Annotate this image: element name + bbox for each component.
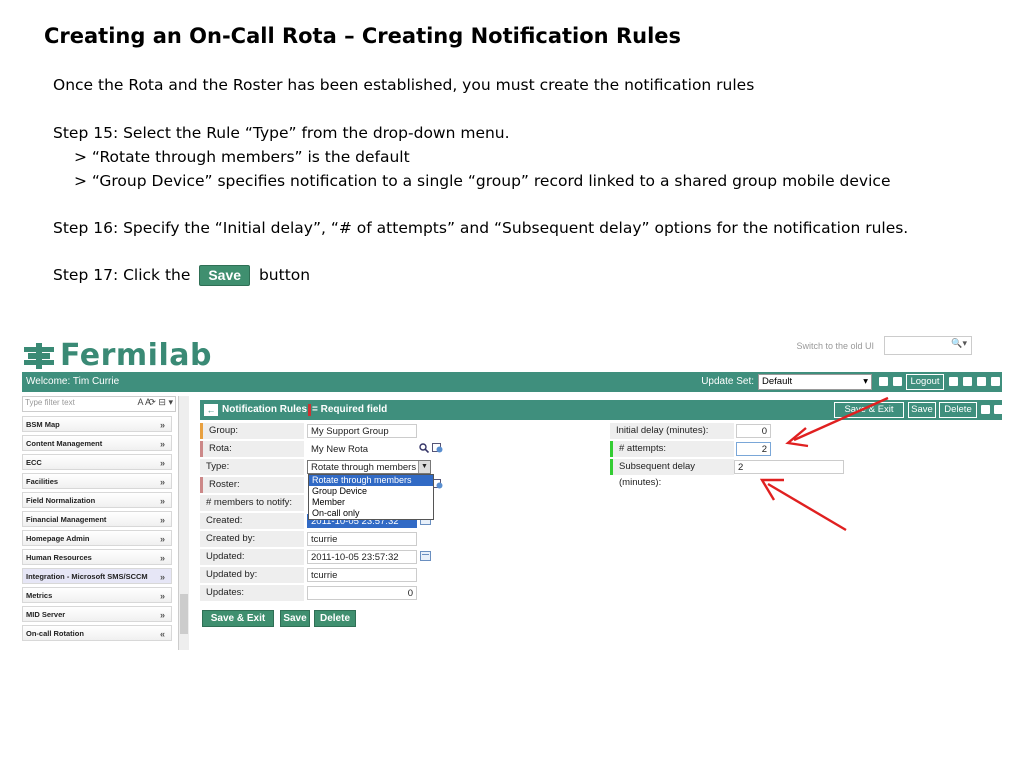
arrow-to-initial-delay: [785, 396, 889, 448]
arrow-to-subsequent-delay: [759, 478, 847, 532]
annotation-arrows: [759, 396, 889, 532]
